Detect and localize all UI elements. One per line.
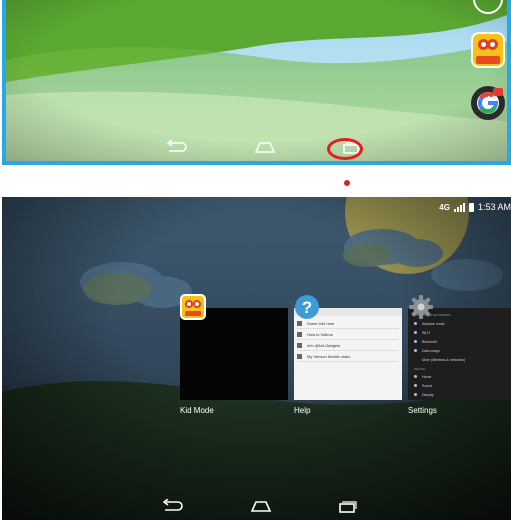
recent-app-thumbnail[interactable]: WIRELESS & NETWORKS Airplane mode Wi-Fi … [408,308,511,400]
signal-icon [453,202,465,212]
battery-icon [468,202,474,212]
back-icon[interactable] [160,496,186,516]
recents-icon[interactable] [334,496,360,516]
recent-app-label: Kid Mode [180,406,214,415]
recent-app-card-settings[interactable]: WIRELESS & NETWORKS Airplane mode Wi-Fi … [408,295,511,415]
recent-app-card-kid-mode[interactable]: Kid Mode [180,294,288,415]
recents-nav-bar [2,492,511,520]
google-g-icon [477,88,503,114]
settings-preview-row: More (Wireless & networks) [422,357,465,362]
recent-app-thumbnail[interactable]: Some Info here How to Videos Info @kid.G… [294,308,402,400]
kid-mode-logo-band [476,56,500,64]
home-icon[interactable] [252,137,278,157]
recent-app-label: Help [294,406,311,415]
home-nav-bar [6,131,507,161]
back-icon[interactable] [164,137,190,157]
network-type: 4G [439,202,450,212]
home-screen-panel [2,0,511,165]
recent-app-thumbnail[interactable] [180,308,288,400]
status-bar: 4G 1:53 AM [439,200,511,214]
recents-screen-panel: 4G 1:53 AM Kid Mode Some Info here How t… [2,197,511,520]
help-preview-row: How to Videos [297,329,399,340]
help-icon: ? [294,294,320,320]
recent-app-label: Settings [408,406,437,415]
settings-gear-icon [408,294,434,320]
svg-text:?: ? [302,298,312,317]
recents-button-highlight [327,138,363,160]
settings-preview-row: Wi-Fi [414,328,511,337]
google-app-icon[interactable] [471,86,505,120]
settings-preview-row: Display [414,390,511,399]
settings-preview-row: Sound [414,381,511,390]
recent-app-card-help[interactable]: Some Info here How to Videos Info @kid.G… [294,295,402,415]
status-time: 1:53 AM [477,202,511,212]
settings-preview-row: Home [414,372,511,381]
kid-mode-app-icon[interactable] [471,32,505,68]
kid-mode-eye-right [487,39,498,50]
help-preview-row: My Verizon Mobile video [297,351,399,362]
settings-preview-row: Bluetooth [414,337,511,346]
settings-preview-row: Airplane mode [414,319,511,328]
home-icon[interactable] [248,496,274,516]
settings-preview-row: Data usage [414,346,511,355]
kid-mode-app-icon [180,294,206,320]
help-preview-row: Info @kid.Gadgets [297,340,399,351]
